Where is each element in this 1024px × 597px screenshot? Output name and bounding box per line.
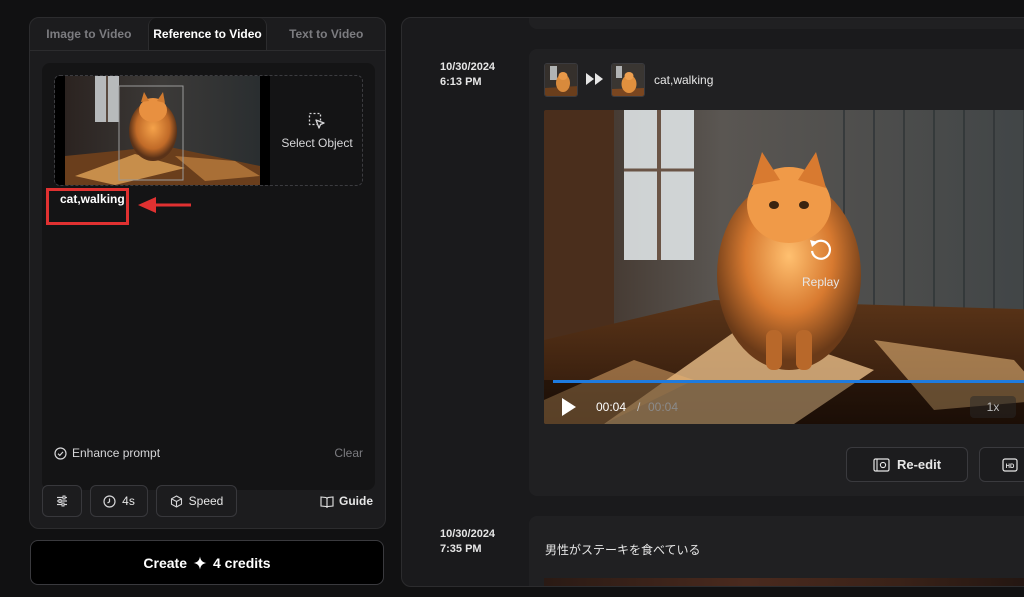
sparkle-icon bbox=[193, 556, 207, 569]
video-preview-2[interactable] bbox=[544, 578, 1024, 586]
video-player[interactable]: Replay 00:04 / 00:04 1x bbox=[544, 110, 1024, 424]
create-label: Create bbox=[143, 554, 187, 571]
speed-label: Speed bbox=[188, 494, 224, 508]
sliders-icon bbox=[57, 495, 67, 507]
enhance-prompt-toggle[interactable]: Enhance prompt bbox=[54, 446, 160, 460]
cat-output-image bbox=[612, 64, 644, 96]
hd-icon: HD bbox=[1002, 457, 1018, 472]
cat-reference-image bbox=[55, 76, 270, 185]
reference-image-thumbnail[interactable] bbox=[55, 76, 270, 185]
current-time: 00:04 bbox=[596, 400, 627, 414]
settings-button[interactable] bbox=[42, 485, 82, 517]
history-time: 6:13 PM bbox=[440, 76, 482, 88]
enhance-prompt-label: Enhance prompt bbox=[72, 446, 161, 460]
video-edit-icon bbox=[873, 457, 890, 472]
replay-icon bbox=[809, 239, 831, 260]
tab-reference-to-video[interactable]: Reference to Video bbox=[147, 18, 268, 50]
generation-toolbar: 4s Speed Guide bbox=[42, 485, 375, 517]
select-object-button[interactable]: Select Object bbox=[271, 76, 363, 185]
re-edit-button[interactable]: Re-edit bbox=[846, 447, 968, 482]
history-panel: 10/30/2024 6:13 PM cat,walking Replay 00… bbox=[401, 17, 1024, 587]
clock-icon bbox=[103, 494, 116, 508]
previous-card-edge bbox=[529, 18, 1024, 29]
check-circle-icon bbox=[54, 446, 67, 460]
history-timestamp-2: 10/30/2024 7:35 PM bbox=[440, 527, 495, 557]
progress-bar[interactable] bbox=[553, 380, 1024, 383]
book-icon bbox=[320, 495, 334, 508]
input-thumbnail[interactable] bbox=[544, 63, 578, 97]
output-thumbnail[interactable] bbox=[611, 63, 645, 97]
select-object-icon bbox=[308, 112, 325, 129]
generator-panel: Image to Video Reference to Video Text t… bbox=[29, 17, 386, 529]
create-button[interactable]: Create 4 credits bbox=[30, 540, 384, 585]
clear-button[interactable]: Clear bbox=[334, 446, 363, 460]
history-date: 10/30/2024 bbox=[440, 61, 496, 73]
history-time-2: 7:35 PM bbox=[440, 543, 482, 555]
result-card: cat,walking Replay 00:04 / 00:04 1x Re-e… bbox=[529, 49, 1024, 496]
guide-link[interactable]: Guide bbox=[320, 485, 373, 517]
history-date-2: 10/30/2024 bbox=[440, 528, 496, 540]
guide-label: Guide bbox=[338, 494, 373, 508]
cat-input-image bbox=[545, 64, 577, 96]
duration-label: 4s bbox=[122, 494, 135, 508]
video-controls: 00:04 / 00:04 1x bbox=[544, 393, 1024, 423]
svg-text:HD: HD bbox=[1006, 464, 1015, 470]
duration-time: 00:04 bbox=[648, 400, 679, 414]
credits-label: 4 credits bbox=[213, 554, 271, 571]
re-edit-label: Re-edit bbox=[896, 457, 942, 472]
annotation-arrow-icon bbox=[138, 197, 191, 213]
fast-forward-icon bbox=[586, 73, 603, 85]
result-card-2: 男性がステーキを食べている bbox=[529, 516, 1024, 586]
tab-image-to-video[interactable]: Image to Video bbox=[30, 18, 148, 50]
select-object-label: Select Object bbox=[281, 135, 353, 150]
replay-label: Replay bbox=[802, 275, 840, 289]
tab-text-to-video[interactable]: Text to Video bbox=[267, 18, 385, 50]
result-prompt-2: 男性がステーキを食べている bbox=[545, 543, 701, 557]
prompt-card: Select Object cat,walking Enhance prompt… bbox=[42, 63, 375, 490]
mode-tabs: Image to Video Reference to Video Text t… bbox=[30, 18, 385, 51]
replay-button[interactable]: Replay bbox=[802, 235, 839, 289]
play-icon[interactable] bbox=[560, 397, 578, 417]
duration-button[interactable]: 4s bbox=[90, 485, 148, 517]
video-frame bbox=[544, 110, 1024, 424]
result-prompt: cat,walking bbox=[654, 73, 714, 87]
reference-upload-box[interactable]: Select Object bbox=[54, 75, 363, 186]
playback-rate-button[interactable]: 1x bbox=[970, 396, 1016, 418]
history-timestamp: 10/30/2024 6:13 PM bbox=[440, 60, 495, 90]
speed-button[interactable]: Speed bbox=[156, 485, 237, 517]
hd-button[interactable]: HD bbox=[979, 447, 1024, 482]
cube-icon bbox=[170, 494, 182, 508]
prompt-text[interactable]: cat,walking bbox=[60, 192, 125, 206]
time-separator: / bbox=[637, 400, 641, 414]
